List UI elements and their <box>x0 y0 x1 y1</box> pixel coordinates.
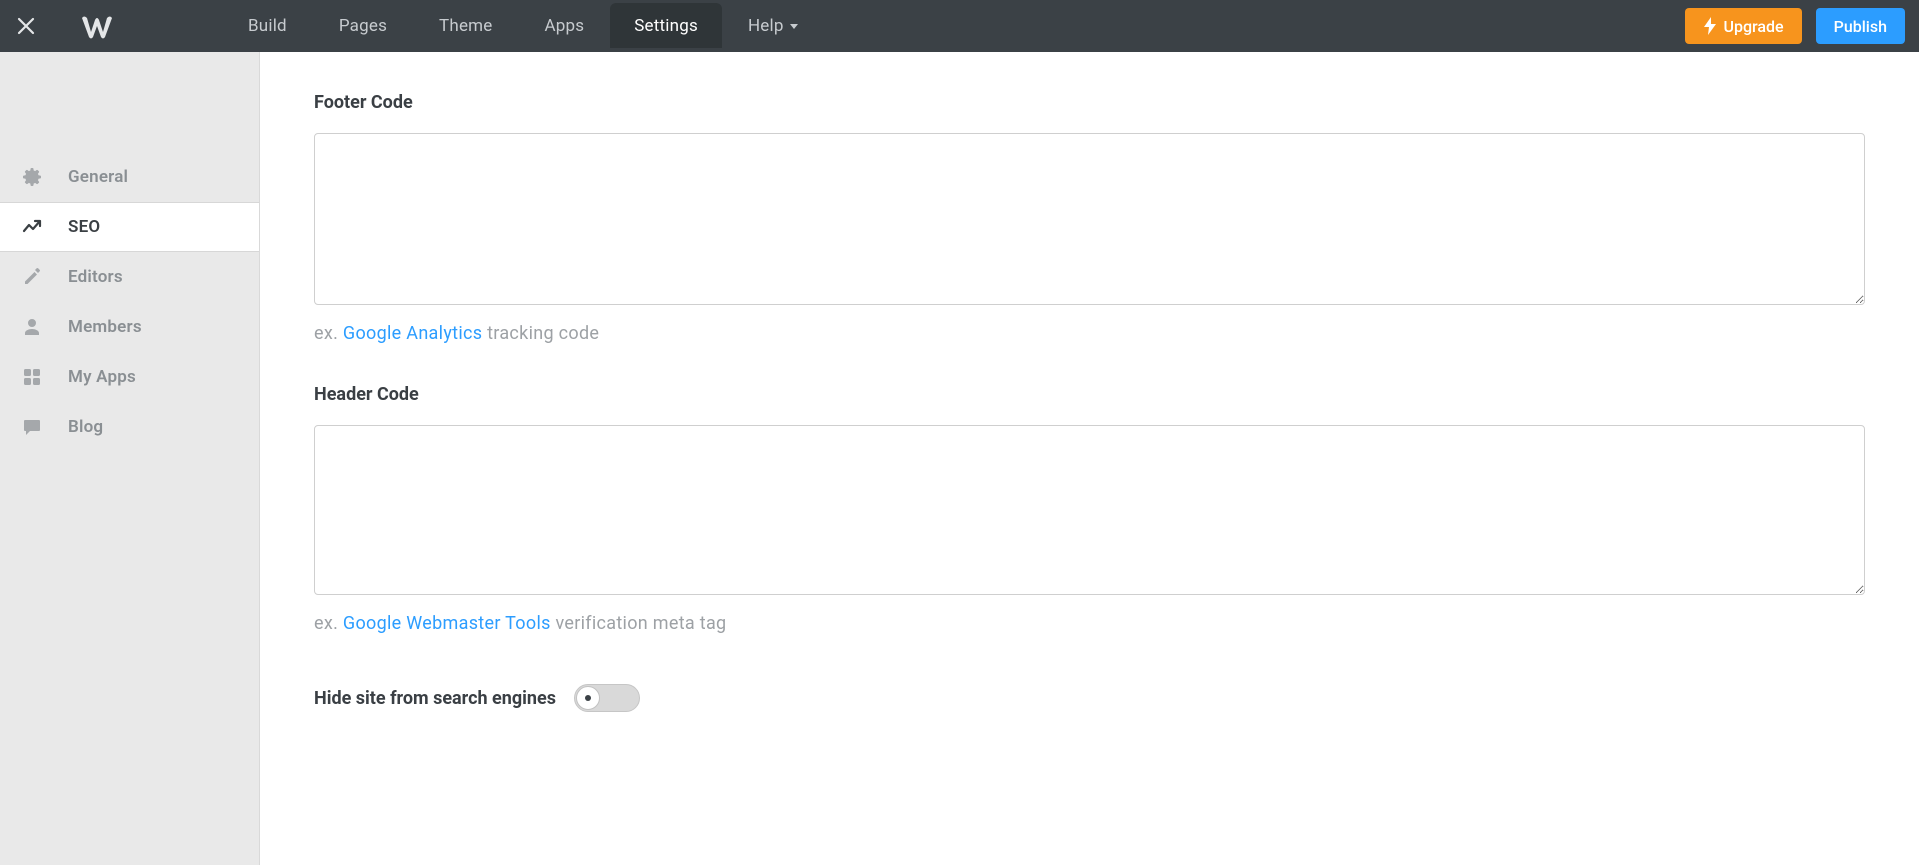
sidebar-item-label: SEO <box>68 217 100 237</box>
publish-label: Publish <box>1834 17 1887 36</box>
hide-site-toggle[interactable] <box>574 684 640 712</box>
settings-sidebar: General SEO Editors Members My Apps <box>0 52 260 865</box>
sidebar-item-label: My Apps <box>68 367 136 387</box>
body: General SEO Editors Members My Apps <box>0 52 1919 865</box>
sidebar-item-label: General <box>68 167 128 187</box>
helper-suffix: tracking code <box>482 323 599 344</box>
upgrade-button[interactable]: Upgrade <box>1685 8 1801 44</box>
footer-code-input[interactable] <box>314 133 1865 305</box>
nav-settings[interactable]: Settings <box>610 3 722 48</box>
helper-prefix: ex. <box>314 323 343 344</box>
header-code-helper: ex. Google Webmaster Tools verification … <box>314 613 1865 634</box>
bolt-icon <box>1703 17 1717 35</box>
nav-build[interactable]: Build <box>222 0 313 52</box>
sidebar-item-members[interactable]: Members <box>0 302 259 352</box>
nav-label: Pages <box>339 16 387 36</box>
sidebar-item-blog[interactable]: Blog <box>0 402 259 452</box>
google-analytics-link[interactable]: Google Analytics <box>343 323 482 344</box>
sidebar-item-editors[interactable]: Editors <box>0 252 259 302</box>
topbar: Build Pages Theme Apps Settings Help Upg… <box>0 0 1919 52</box>
chat-icon <box>20 417 44 437</box>
sidebar-item-label: Blog <box>68 417 103 437</box>
header-code-input[interactable] <box>314 425 1865 595</box>
footer-code-label: Footer Code <box>314 92 1865 113</box>
sidebar-item-label: Editors <box>68 267 123 287</box>
nav-label: Build <box>248 16 287 36</box>
helper-suffix: verification meta tag <box>551 613 727 634</box>
weebly-logo[interactable] <box>52 12 142 40</box>
hide-site-row: Hide site from search engines <box>314 684 1865 712</box>
pencil-icon <box>20 267 44 287</box>
publish-button[interactable]: Publish <box>1816 8 1905 44</box>
google-webmaster-tools-link[interactable]: Google Webmaster Tools <box>343 613 551 634</box>
trend-icon <box>20 217 44 237</box>
topnav: Build Pages Theme Apps Settings Help <box>222 0 824 52</box>
weebly-logo-icon <box>80 12 114 40</box>
nav-label: Apps <box>545 16 585 36</box>
sidebar-item-label: Members <box>68 317 142 337</box>
settings-main: Footer Code ex. Google Analytics trackin… <box>260 52 1919 865</box>
person-icon <box>20 317 44 337</box>
gear-icon <box>20 167 44 187</box>
sidebar-item-myapps[interactable]: My Apps <box>0 352 259 402</box>
nav-label: Settings <box>634 16 698 36</box>
header-code-group: Header Code ex. Google Webmaster Tools v… <box>314 384 1865 634</box>
footer-code-helper: ex. Google Analytics tracking code <box>314 323 1865 344</box>
sidebar-item-general[interactable]: General <box>0 152 259 202</box>
nav-label: Theme <box>439 16 492 36</box>
nav-apps[interactable]: Apps <box>519 0 611 52</box>
hide-site-label: Hide site from search engines <box>314 688 556 709</box>
apps-icon <box>20 367 44 387</box>
close-button[interactable] <box>0 0 52 52</box>
nav-theme[interactable]: Theme <box>413 0 518 52</box>
topbar-right: Upgrade Publish <box>1685 8 1919 44</box>
footer-code-group: Footer Code ex. Google Analytics trackin… <box>314 92 1865 344</box>
helper-prefix: ex. <box>314 613 343 634</box>
chevron-down-icon <box>790 24 798 29</box>
nav-label: Help <box>748 16 784 36</box>
header-code-label: Header Code <box>314 384 1865 405</box>
toggle-knob <box>576 686 600 710</box>
close-icon <box>17 17 35 35</box>
nav-help[interactable]: Help <box>722 0 824 52</box>
nav-pages[interactable]: Pages <box>313 0 413 52</box>
sidebar-item-seo[interactable]: SEO <box>0 202 259 252</box>
upgrade-label: Upgrade <box>1723 17 1783 36</box>
